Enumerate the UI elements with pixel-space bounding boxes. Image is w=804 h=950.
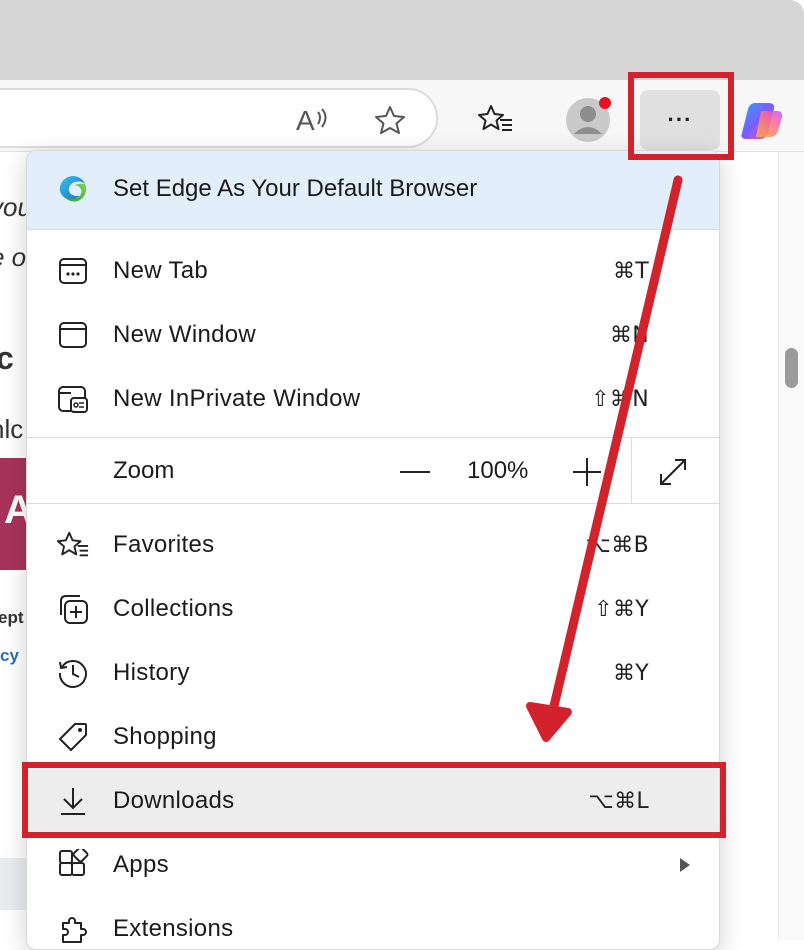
plus-icon [573,458,601,486]
annotation-highlight-downloads [22,762,726,838]
menu-item-label: New InPrivate Window [113,385,361,412]
bg-heading-fragment: c [0,340,14,376]
minus-icon [400,471,430,473]
add-favorite-star-icon[interactable] [370,100,410,140]
scrollbar-thumb[interactable] [785,348,798,388]
page-scrollbar[interactable] [778,152,804,940]
menu-item-label: New Window [113,321,257,348]
browser-title-bar [0,0,804,80]
zoom-value: 100% [467,457,529,484]
zoom-in-button[interactable] [567,452,607,492]
menu-item-label: Shopping [113,723,217,750]
bg-block [0,858,28,910]
new-tab-icon [57,255,89,287]
menu-divider [27,229,719,230]
apps-icon [57,849,89,881]
menu-item-label: Extensions [113,915,234,942]
menu-item-extensions[interactable]: Extensions [27,897,719,949]
menu-item-shopping[interactable]: Shopping [27,705,719,769]
menu-item-label: Favorites [113,531,215,558]
zoom-label: Zoom [113,457,175,484]
menu-item-new-window[interactable]: New Window ⌘N [27,303,719,367]
read-aloud-icon[interactable]: A [292,100,332,140]
annotation-highlight-more-button [628,72,734,160]
address-bar[interactable]: A [0,88,438,148]
menu-item-label: History [113,659,190,686]
bg-text-fragment: ept [0,608,24,627]
menu-divider [27,503,719,504]
bg-text-fragment: nlc [0,414,24,444]
collections-icon [57,593,89,625]
inprivate-icon [57,383,89,415]
menu-item-shortcut: ⌘N [609,322,649,348]
history-icon [57,657,89,689]
menu-item-shortcut: ⇧⌘Y [594,596,649,622]
favorites-list-icon[interactable] [474,98,518,142]
menu-item-new-tab[interactable]: New Tab ⌘T [27,239,719,303]
edge-logo-icon [57,174,89,206]
favorites-icon [57,529,89,561]
zoom-out-button[interactable] [395,452,435,492]
extensions-icon [57,913,89,945]
menu-item-shortcut: ⌥⌘B [585,532,649,558]
banner-label: Set Edge As Your Default Browser [113,175,478,202]
read-aloud-letter: A [296,105,315,136]
submenu-arrow-icon [679,857,691,873]
menu-item-label: Collections [113,595,234,622]
menu-item-apps[interactable]: Apps [27,833,719,897]
fullscreen-expand-icon [660,459,686,485]
zoom-row: Zoom 100% [27,438,719,504]
menu-item-shortcut: ⌘Y [612,660,649,686]
bg-text-fragment: e o [0,242,27,272]
shopping-tag-icon [57,721,89,753]
menu-item-history[interactable]: History ⌘Y [27,641,719,705]
bg-link-fragment[interactable]: cy [0,646,19,666]
profile-avatar-icon[interactable] [564,94,614,144]
menu-item-shortcut: ⌘T [612,258,649,284]
menu-item-new-inprivate-window[interactable]: New InPrivate Window ⇧⌘N [27,367,719,431]
new-window-icon [57,319,89,351]
menu-item-favorites[interactable]: Favorites ⌥⌘B [27,513,719,577]
zoom-separator [631,438,632,504]
set-default-browser-banner[interactable]: Set Edge As Your Default Browser [27,151,719,229]
fullscreen-button[interactable] [653,452,693,492]
menu-item-collections[interactable]: Collections ⇧⌘Y [27,577,719,641]
copilot-icon[interactable] [740,98,788,144]
menu-item-shortcut: ⇧⌘N [591,386,649,412]
menu-item-label: New Tab [113,257,209,284]
menu-item-label: Apps [113,851,169,878]
